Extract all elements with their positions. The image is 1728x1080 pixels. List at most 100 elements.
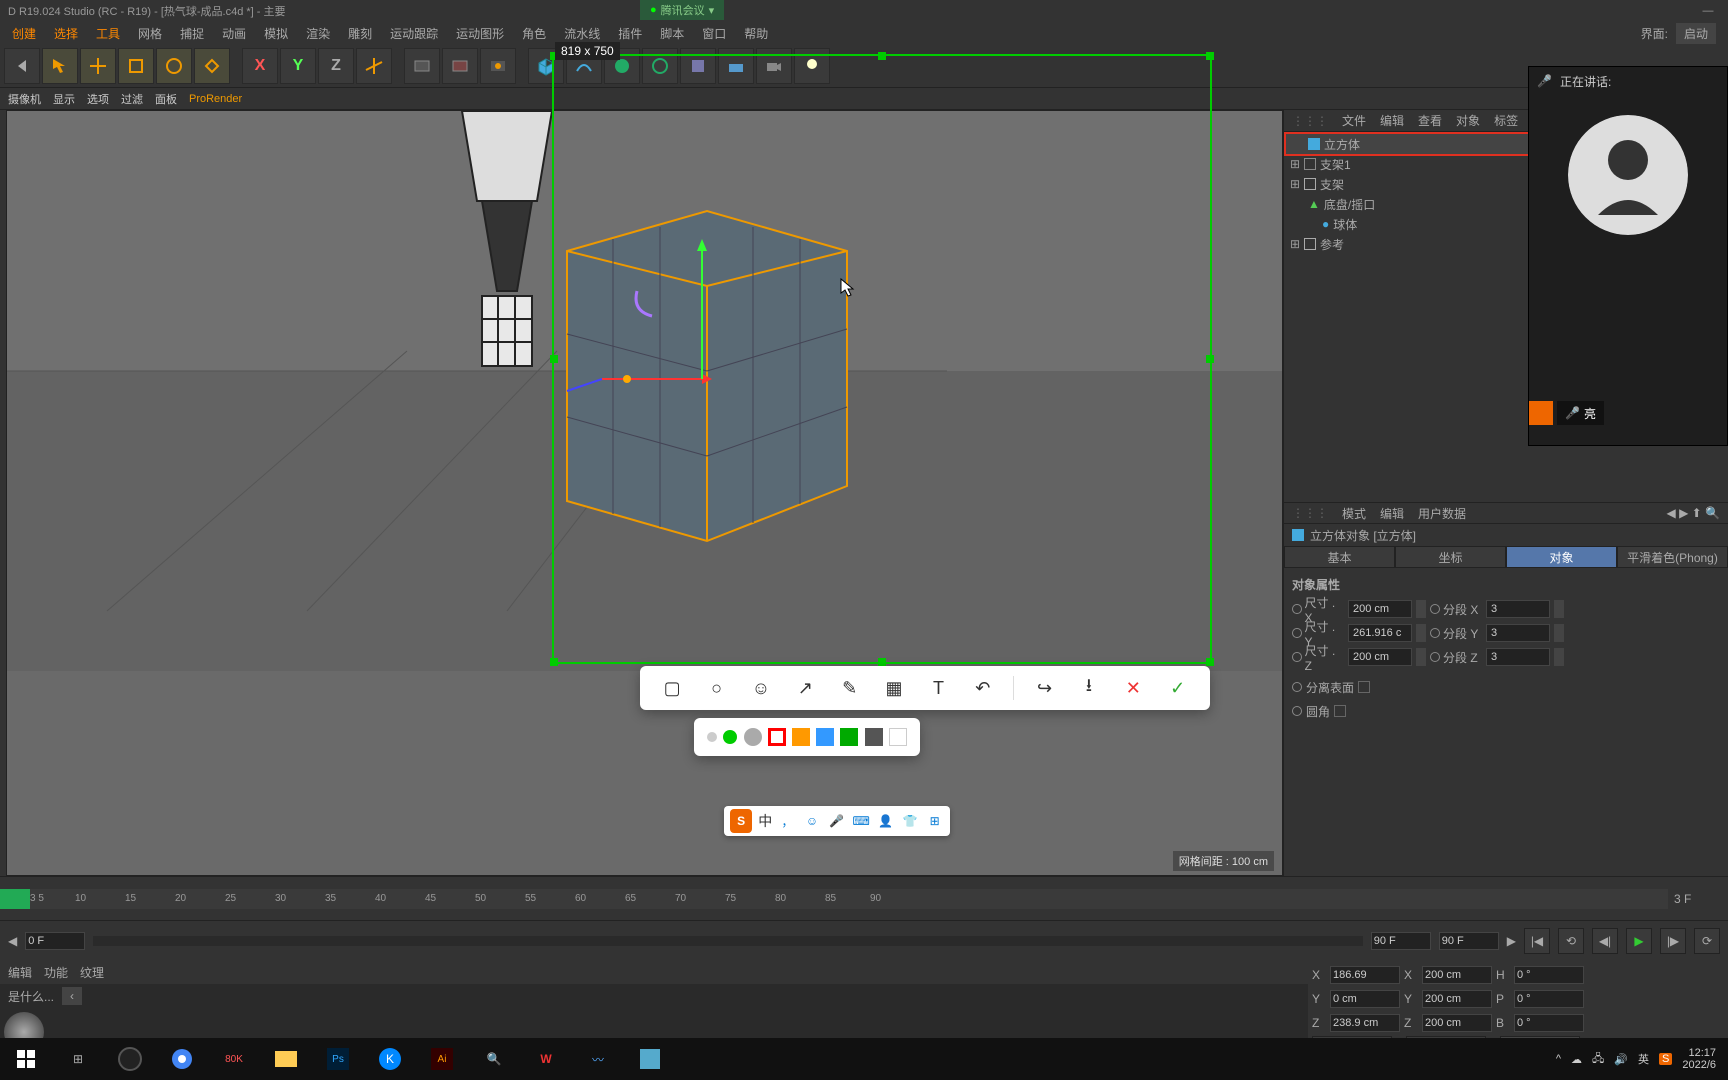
- tray-net-icon[interactable]: 🖧: [1592, 1050, 1604, 1069]
- y-axis-button[interactable]: Y: [280, 48, 316, 84]
- menu-plugins[interactable]: 插件: [610, 23, 650, 44]
- tray-lang[interactable]: 英: [1638, 1051, 1649, 1067]
- menu-mesh[interactable]: 网格: [130, 23, 170, 44]
- nav-back-button[interactable]: ‹: [62, 987, 82, 1005]
- rot-h-input[interactable]: [1514, 966, 1584, 984]
- tab-object[interactable]: 对象: [1506, 546, 1617, 568]
- ime-punct-icon[interactable]: ，: [778, 811, 797, 831]
- menu-pipe[interactable]: 流水线: [556, 23, 608, 44]
- size-x-input[interactable]: [1348, 600, 1412, 618]
- minimize-button[interactable]: —: [1688, 0, 1728, 22]
- menu-motrack[interactable]: 运动跟踪: [382, 23, 446, 44]
- size-small[interactable]: [707, 732, 717, 742]
- mosaic-tool-button[interactable]: ▦: [880, 674, 908, 702]
- size-z-input[interactable]: [1422, 1014, 1492, 1032]
- separate-checkbox[interactable]: [1358, 681, 1370, 693]
- menu-snap[interactable]: 捕捉: [172, 23, 212, 44]
- fillet-checkbox[interactable]: [1334, 705, 1346, 717]
- size-x-input[interactable]: [1422, 966, 1492, 984]
- z-axis-button[interactable]: Z: [318, 48, 354, 84]
- menu-help[interactable]: 帮助: [736, 23, 776, 44]
- seg-z-input[interactable]: [1486, 648, 1550, 666]
- color-red[interactable]: [768, 728, 786, 746]
- ime-emoji-icon[interactable]: ☺: [803, 811, 822, 831]
- last-tool[interactable]: [194, 48, 230, 84]
- ime-tool-icon[interactable]: ⊞: [925, 811, 944, 831]
- ai-taskbar-icon[interactable]: Ai: [420, 1041, 464, 1077]
- om-file[interactable]: 文件: [1342, 112, 1366, 129]
- x-axis-button[interactable]: X: [242, 48, 278, 84]
- ps-taskbar-icon[interactable]: Ps: [316, 1041, 360, 1077]
- pos-z-input[interactable]: [1330, 1014, 1400, 1032]
- end-frame-input[interactable]: [1371, 932, 1431, 950]
- undo-button[interactable]: ↶: [969, 674, 997, 702]
- seg-y-input[interactable]: [1486, 624, 1550, 642]
- color-white[interactable]: [889, 728, 907, 746]
- goto-end-icon[interactable]: ▶: [1507, 934, 1516, 948]
- om-tags[interactable]: 标签: [1494, 112, 1518, 129]
- tab-texture[interactable]: 纹理: [80, 964, 104, 981]
- render-settings-button[interactable]: [480, 48, 516, 84]
- tray-cloud-icon[interactable]: ☁: [1571, 1053, 1582, 1066]
- menu-char[interactable]: 角色: [514, 23, 554, 44]
- ime-keyboard-icon[interactable]: ⌨: [852, 811, 871, 831]
- task-view-button[interactable]: ⊞: [56, 1041, 100, 1077]
- start-button[interactable]: [4, 1041, 48, 1077]
- select-tool[interactable]: [42, 48, 78, 84]
- camera-button[interactable]: [756, 48, 792, 84]
- cancel-button[interactable]: ✕: [1119, 674, 1147, 702]
- tab-phong[interactable]: 平滑着色(Phong): [1617, 546, 1728, 568]
- goto-start-icon[interactable]: ◀: [8, 934, 17, 948]
- chrome-taskbar-icon[interactable]: [160, 1041, 204, 1077]
- tab-edit[interactable]: 编辑: [8, 964, 32, 981]
- am-mode[interactable]: 模式: [1342, 505, 1366, 522]
- pos-y-input[interactable]: [1330, 990, 1400, 1008]
- start-frame-input[interactable]: [25, 932, 85, 950]
- size-y-input[interactable]: [1348, 624, 1412, 642]
- tray-vol-icon[interactable]: 🔊: [1614, 1053, 1628, 1066]
- om-view[interactable]: 查看: [1418, 112, 1442, 129]
- size-large[interactable]: [744, 728, 762, 746]
- app2-taskbar-icon[interactable]: 〰: [576, 1041, 620, 1077]
- size-z-input[interactable]: [1348, 648, 1412, 666]
- ime-mic-icon[interactable]: 🎤: [827, 811, 846, 831]
- color-blue[interactable]: [816, 728, 834, 746]
- tencent-meeting-panel[interactable]: 🎤 正在讲话: 🎤亮: [1528, 66, 1728, 446]
- viewport-3d[interactable]: ✥ ⊕ ⟲ ⊞: [6, 110, 1283, 876]
- tab-basic[interactable]: 基本: [1284, 546, 1395, 568]
- color-gray[interactable]: [865, 728, 883, 746]
- am-edit[interactable]: 编辑: [1380, 505, 1404, 522]
- tab-func[interactable]: 功能: [44, 964, 68, 981]
- end-frame-input2[interactable]: [1439, 932, 1499, 950]
- vp-prorender[interactable]: ProRender: [189, 93, 242, 105]
- size-medium[interactable]: [723, 730, 737, 744]
- arrow-tool-button[interactable]: ↗: [791, 674, 819, 702]
- seg-x-input[interactable]: [1486, 600, 1550, 618]
- menu-mograph[interactable]: 运动图形: [448, 23, 512, 44]
- undo-button[interactable]: [4, 48, 40, 84]
- light-button[interactable]: [794, 48, 830, 84]
- text-tool-button[interactable]: T: [924, 674, 952, 702]
- sogou-ime-bar[interactable]: S 中 ， ☺ 🎤 ⌨ 👤 👕 ⊞: [724, 806, 950, 836]
- menu-create[interactable]: 创建: [4, 23, 44, 44]
- next-key-button[interactable]: ⟳: [1694, 928, 1720, 954]
- play-button[interactable]: ▶: [1626, 928, 1652, 954]
- tab-coord[interactable]: 坐标: [1395, 546, 1506, 568]
- wps-taskbar-icon[interactable]: W: [524, 1041, 568, 1077]
- explorer-taskbar-icon[interactable]: [264, 1041, 308, 1077]
- timeline-ruler[interactable]: 3 5 10 15 20 25 30 35 40 45 50 55 60 65 …: [0, 889, 1668, 909]
- pen-tool-button[interactable]: ✎: [836, 674, 864, 702]
- menu-window[interactable]: 窗口: [694, 23, 734, 44]
- am-userdata[interactable]: 用户数据: [1418, 505, 1466, 522]
- generator2-button[interactable]: [642, 48, 678, 84]
- menu-script[interactable]: 脚本: [652, 23, 692, 44]
- rotate-tool[interactable]: [156, 48, 192, 84]
- clock-time[interactable]: 12:17: [1682, 1047, 1716, 1059]
- ime-user-icon[interactable]: 👤: [876, 811, 895, 831]
- meeting-tab[interactable]: ●腾讯会议▾: [640, 0, 724, 20]
- prev-frame-button[interactable]: ◀|: [1592, 928, 1618, 954]
- environment-button[interactable]: [718, 48, 754, 84]
- prev-key-button[interactable]: ⟲: [1558, 928, 1584, 954]
- rot-b-input[interactable]: [1514, 1014, 1584, 1032]
- menu-render[interactable]: 渲染: [298, 23, 338, 44]
